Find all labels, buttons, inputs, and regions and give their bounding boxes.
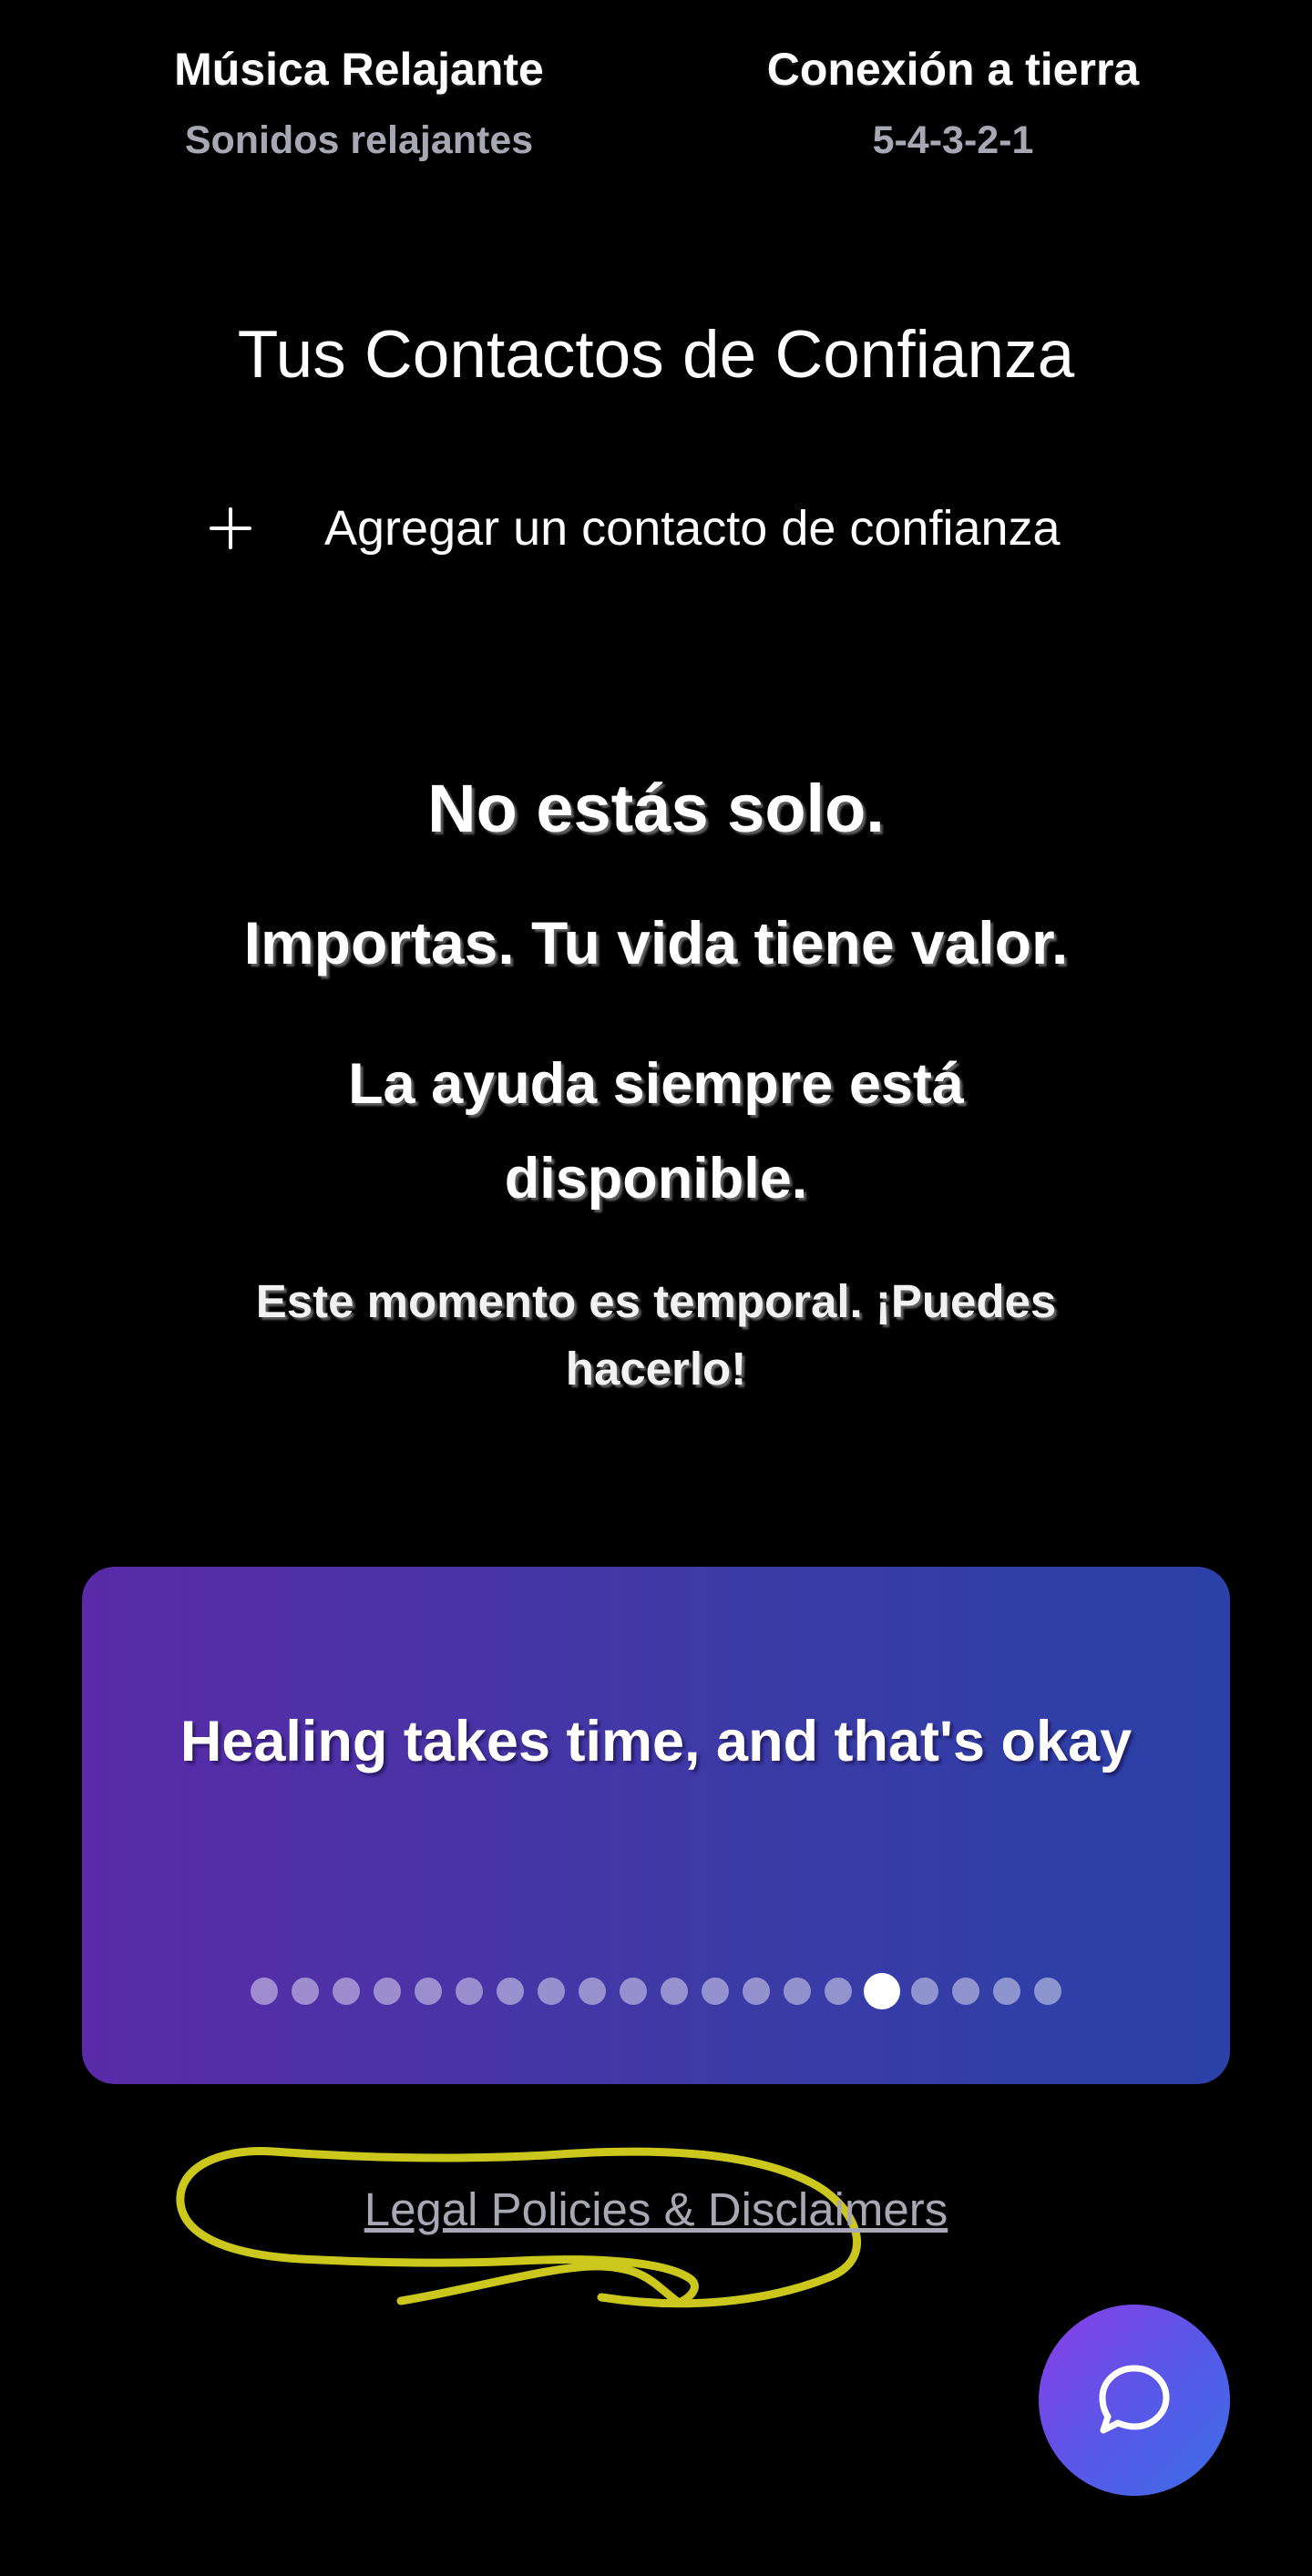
carousel-dot[interactable]	[620, 1978, 647, 2005]
carousel-dot[interactable]	[825, 1978, 852, 2005]
add-trusted-contact-button[interactable]: Agregar un contacto de confianza	[210, 492, 1061, 565]
tool-subtitle: 5-4-3-2-1	[872, 118, 1034, 162]
relaxing-music-tool[interactable]: Música Relajante Sonidos relajantes	[86, 36, 632, 168]
carousel-dot[interactable]	[1034, 1978, 1061, 2005]
carousel-dot[interactable]	[743, 1978, 770, 2005]
tool-title: Música Relajante	[174, 44, 544, 95]
chat-button[interactable]	[1039, 2305, 1230, 2496]
legal-policies-link[interactable]: Legal Policies & Disclaimers	[0, 2177, 1312, 2243]
grounding-tool[interactable]: Conexión a tierra 5-4-3-2-1	[680, 36, 1226, 168]
carousel-dot[interactable]	[952, 1978, 979, 2005]
carousel-dot-active[interactable]	[863, 1973, 900, 2009]
affirmation-you-matter: Importas. Tu vida tiene valor.	[243, 909, 1069, 976]
carousel-dot[interactable]	[993, 1978, 1020, 2005]
carousel-dot[interactable]	[333, 1978, 360, 2005]
carousel-dot[interactable]	[497, 1978, 524, 2005]
tools-row: Música Relajante Sonidos relajantes Cone…	[0, 0, 1312, 182]
affirmation-temporary: Este momento es temporal. ¡Puedes hacerl…	[255, 1275, 1057, 1395]
carousel-dots	[82, 1971, 1230, 2011]
trusted-contacts-title: Tus Contactos de Confianza	[237, 318, 1075, 392]
carousel-dot[interactable]	[415, 1978, 442, 2005]
quote-text: Healing takes time, and that's okay	[179, 1710, 1133, 1774]
chat-bubble-icon	[1099, 2365, 1170, 2434]
carousel-dot[interactable]	[374, 1978, 401, 2005]
quote-carousel[interactable]: Healing takes time, and that's okay	[82, 1567, 1230, 2084]
tool-subtitle: Sonidos relajantes	[184, 118, 534, 162]
carousel-dot[interactable]	[292, 1978, 319, 2005]
carousel-dot[interactable]	[702, 1978, 729, 2005]
carousel-dot[interactable]	[911, 1978, 938, 2005]
affirmation-help-available: La ayuda siempre está disponible.	[348, 1052, 964, 1211]
affirmation-not-alone: No estás solo.	[427, 771, 885, 846]
carousel-dot[interactable]	[538, 1978, 565, 2005]
carousel-dot[interactable]	[251, 1978, 278, 2005]
add-contact-label: Agregar un contacto de confianza	[324, 501, 1061, 556]
carousel-dot[interactable]	[784, 1978, 811, 2005]
carousel-dot[interactable]	[456, 1978, 483, 2005]
tool-title: Conexión a tierra	[766, 44, 1140, 95]
plus-icon	[210, 507, 251, 549]
carousel-dot[interactable]	[579, 1978, 606, 2005]
carousel-dot[interactable]	[661, 1978, 688, 2005]
